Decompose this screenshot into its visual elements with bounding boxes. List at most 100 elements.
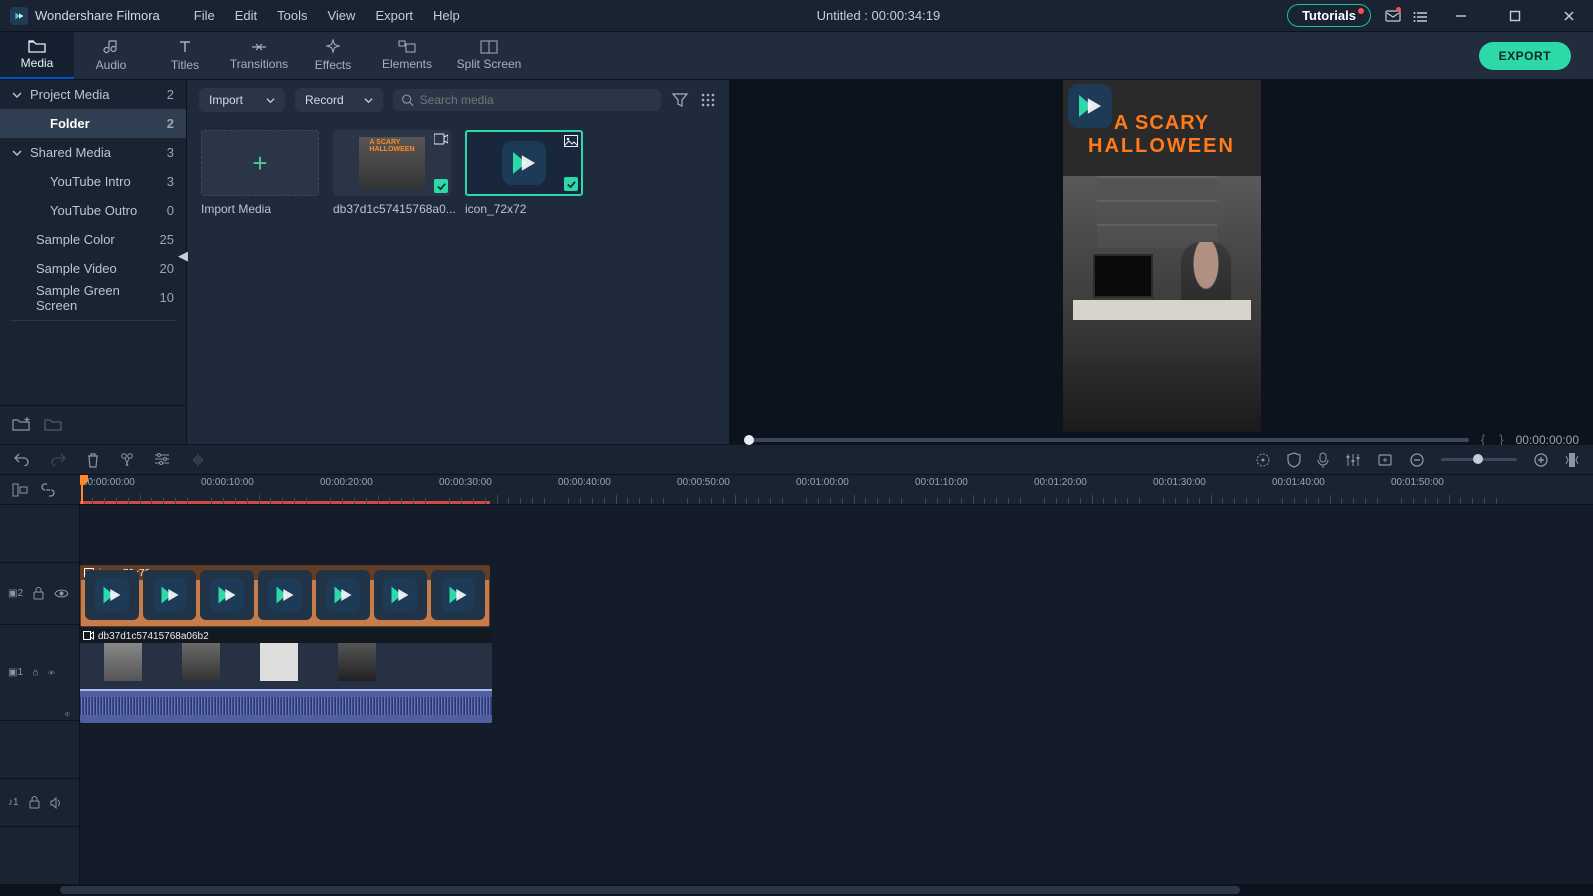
lock-icon[interactable] (29, 796, 40, 809)
redo-icon (50, 452, 66, 466)
folder-icon (28, 39, 46, 53)
menu-edit[interactable]: Edit (225, 8, 267, 23)
tab-transitions[interactable]: Transitions (222, 32, 296, 79)
record-dropdown[interactable]: Record (295, 88, 383, 112)
maximize-button[interactable] (1495, 3, 1535, 29)
zoom-fit-icon[interactable] (1565, 452, 1579, 468)
timeline-toolbar (0, 445, 1593, 475)
export-button[interactable]: EXPORT (1479, 42, 1571, 70)
mic-icon[interactable] (1317, 452, 1329, 468)
gutter-audio-1: ♪1 (0, 779, 79, 827)
menu-help[interactable]: Help (423, 8, 470, 23)
search-media-input[interactable] (393, 89, 661, 111)
sidebar-item-youtube-outro[interactable]: YouTube Outro0 (0, 196, 186, 225)
tab-elements[interactable]: Elements (370, 32, 444, 79)
track-manager-icon[interactable] (12, 483, 28, 497)
menu-view[interactable]: View (317, 8, 365, 23)
video-icon (83, 631, 94, 640)
sidebar-item-sample-video[interactable]: Sample Video20 (0, 254, 186, 283)
sidebar-item-sample-green[interactable]: Sample Green Screen10 (0, 283, 186, 312)
scrub-handle[interactable] (744, 435, 754, 445)
tab-effects[interactable]: Effects (296, 32, 370, 79)
grid-view-icon[interactable] (699, 92, 717, 108)
delete-icon[interactable] (86, 452, 100, 468)
search-icon (401, 93, 414, 107)
filter-icon[interactable] (671, 92, 689, 108)
tab-split-screen[interactable]: Split Screen (444, 32, 534, 79)
music-icon (103, 39, 119, 55)
timeline-header: 00:00:00:0000:00:10:0000:00:20:0000:00:3… (0, 475, 1593, 505)
new-folder-icon[interactable] (12, 416, 30, 432)
lock-icon[interactable] (33, 666, 38, 679)
app-title: Wondershare Filmora (35, 8, 160, 23)
media-item-video[interactable]: A SCARYHALLOWEEN db37d1c57415768a0... (333, 130, 451, 216)
tutorials-button[interactable]: Tutorials (1287, 4, 1371, 27)
zoom-slider[interactable] (1441, 458, 1517, 461)
mixer-icon[interactable] (1345, 453, 1361, 467)
folder-icon[interactable] (44, 416, 62, 432)
zoom-in-icon[interactable] (1533, 452, 1549, 468)
audio-wave-icon (190, 452, 206, 468)
sidebar-item-youtube-intro[interactable]: YouTube Intro3 (0, 167, 186, 196)
sidebar-item-shared-media[interactable]: Shared Media3 (0, 138, 186, 167)
link-icon[interactable] (40, 483, 56, 497)
tab-titles[interactable]: Titles (148, 32, 222, 79)
eye-icon[interactable] (48, 667, 55, 678)
clip-video[interactable]: db37d1c57415768a06b2 (80, 629, 492, 723)
speaker-icon[interactable] (65, 708, 71, 720)
text-icon (177, 39, 193, 55)
search-media-field[interactable] (420, 93, 653, 107)
preview-video[interactable]: A SCARY HALLOWEEN (730, 80, 1593, 432)
scroll-thumb[interactable] (60, 886, 1240, 894)
track-area[interactable]: icon_72x72 db37d1c57415768a06b2 (80, 505, 1593, 884)
eye-icon[interactable] (54, 588, 69, 599)
media-item-icon[interactable]: icon_72x72 (465, 130, 583, 216)
gutter-video-2: ▣2 (0, 563, 79, 625)
tab-audio[interactable]: Audio (74, 32, 148, 79)
image-type-icon (564, 135, 578, 147)
document-title: Untitled : 00:00:34:19 (470, 8, 1287, 23)
sidebar-item-project-media[interactable]: Project Media2 (0, 80, 186, 109)
timeline: 00:00:00:0000:00:10:0000:00:20:0000:00:3… (0, 475, 1593, 896)
app-logo-icon (10, 7, 28, 25)
clip-overlay[interactable]: icon_72x72 (80, 565, 490, 627)
menu-export[interactable]: Export (365, 8, 423, 23)
media-panel: Import Record + Import Media A SCARYHALL… (187, 80, 730, 444)
sidebar-collapse-icon[interactable]: ◀ (178, 248, 188, 264)
chevron-down-icon (12, 90, 22, 100)
task-list-icon[interactable] (1413, 9, 1427, 23)
filmora-logo-icon (502, 141, 546, 185)
time-ruler[interactable]: 00:00:00:0000:00:10:0000:00:20:0000:00:3… (80, 475, 1593, 504)
chevron-down-icon (12, 148, 22, 158)
tab-media[interactable]: Media (0, 32, 74, 79)
adjust-icon[interactable] (154, 452, 170, 466)
split-icon[interactable] (120, 452, 134, 468)
menu-file[interactable]: File (184, 8, 225, 23)
close-button[interactable] (1549, 3, 1589, 29)
chevron-down-icon (364, 96, 373, 105)
menu-tools[interactable]: Tools (267, 8, 317, 23)
import-dropdown[interactable]: Import (199, 88, 285, 112)
zoom-out-icon[interactable] (1409, 452, 1425, 468)
menu-bar: File Edit Tools View Export Help (184, 8, 470, 23)
check-icon (434, 179, 448, 193)
speaker-icon[interactable] (50, 797, 63, 809)
lock-icon[interactable] (33, 587, 44, 600)
zoom-handle[interactable] (1473, 454, 1483, 464)
sidebar-item-sample-color[interactable]: Sample Color25 (0, 225, 186, 254)
track-gutter: ▣2 ▣1 ♪1 (0, 505, 80, 884)
sidebar-item-folder[interactable]: Folder2 (0, 109, 186, 138)
undo-icon[interactable] (14, 452, 30, 466)
marker-icon[interactable] (1377, 453, 1393, 467)
render-icon[interactable] (1255, 452, 1271, 468)
preview-panel: A SCARY HALLOWEEN { } 00:00:00:00 (730, 80, 1593, 444)
import-media-tile[interactable]: + Import Media (201, 130, 319, 216)
scrub-track[interactable] (744, 438, 1469, 442)
title-bar: Wondershare Filmora File Edit Tools View… (0, 0, 1593, 32)
timeline-scrollbar[interactable] (0, 884, 1593, 896)
messages-icon[interactable] (1385, 9, 1399, 23)
shield-icon[interactable] (1287, 452, 1301, 468)
chevron-down-icon (266, 96, 275, 105)
top-tabs: Media Audio Titles Transitions Effects E… (0, 32, 1593, 80)
minimize-button[interactable] (1441, 3, 1481, 29)
